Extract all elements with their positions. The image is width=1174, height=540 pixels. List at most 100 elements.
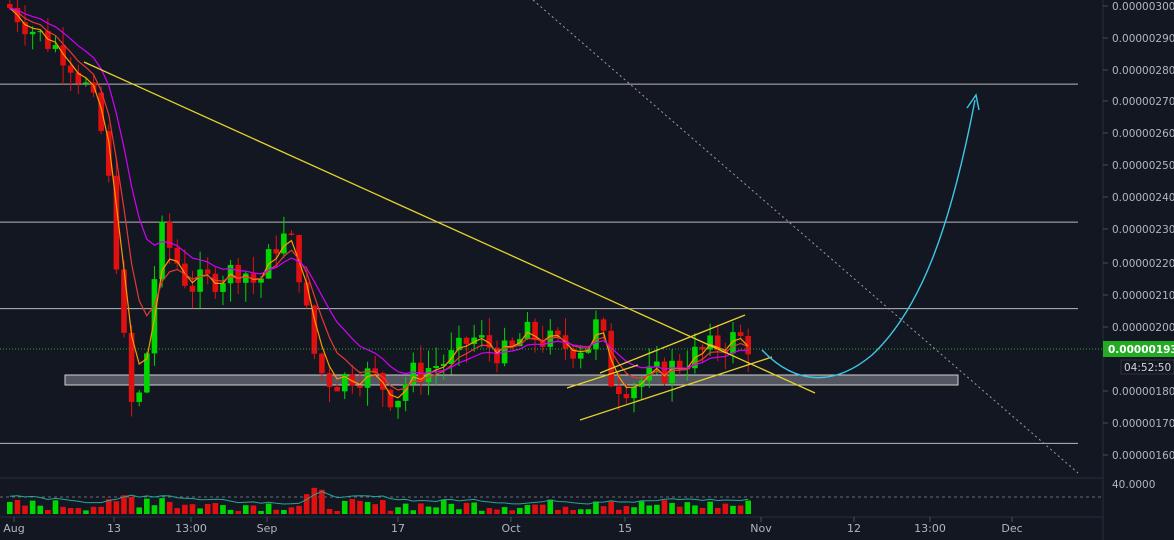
candle-body (121, 269, 127, 333)
volume-bar (714, 507, 721, 514)
volume-bar (144, 498, 150, 514)
volume-bar (547, 499, 554, 514)
volume-bar (692, 505, 698, 514)
volume-bar (349, 499, 356, 514)
volume-bar (745, 500, 751, 514)
candle-body (319, 353, 325, 374)
time-tick-label: 13:00 (914, 522, 946, 535)
volume-bar (250, 505, 257, 514)
candle-body (83, 82, 89, 84)
volume-bar (402, 503, 409, 514)
volume-bar (174, 508, 181, 514)
candle-body (204, 269, 211, 274)
volume-bar (14, 499, 21, 514)
candle-body (29, 31, 36, 35)
countdown-text: 04:52:50 (1124, 362, 1171, 374)
candle-body (189, 285, 196, 292)
candle-body (631, 386, 637, 399)
volume-bar (242, 505, 249, 514)
volume-bar (60, 506, 66, 514)
candle-body (357, 385, 363, 388)
volume-bar (380, 500, 386, 514)
candle-body (448, 350, 455, 365)
candle-body (273, 249, 280, 254)
candle-body (326, 373, 333, 388)
time-tick-label: 13 (107, 522, 121, 535)
volume-bar (623, 506, 630, 514)
volume-bar (433, 507, 439, 514)
candle-body (433, 366, 439, 369)
volume-bar (448, 503, 455, 514)
volume-bar (478, 510, 485, 514)
volume-bar (29, 500, 36, 514)
volume-bar (737, 505, 744, 514)
chart-area: 0.00000300 0.00000290 0.00000280 0.00000270… (0, 0, 1174, 540)
candle-body (311, 305, 318, 354)
volume-bar (98, 506, 104, 514)
volume-bar (273, 509, 280, 514)
price-tick-label: 0.00000170 (1112, 418, 1174, 430)
volume-bar (220, 505, 226, 514)
candle-body (395, 400, 401, 408)
volume-bar (425, 506, 432, 514)
price-tick-label: 0.00000280 (1112, 65, 1174, 77)
volume-bar (570, 510, 576, 514)
candle-body (197, 269, 203, 292)
candle-body (737, 332, 744, 336)
volume-bar (45, 509, 51, 514)
volume-bar (182, 504, 188, 514)
volume-bar (463, 502, 470, 514)
volume-bar (128, 496, 135, 514)
volume-bar (189, 504, 196, 514)
time-tick-label: 17 (391, 522, 405, 535)
volume-bar (235, 510, 241, 514)
volume-bar (387, 510, 394, 514)
volume-bar (159, 498, 165, 514)
volume-bar (539, 504, 546, 514)
volume-bar (456, 509, 462, 514)
volume-bar (562, 506, 569, 514)
candle-body (524, 321, 531, 340)
volume-bar (699, 507, 706, 514)
volume-bar (227, 509, 234, 514)
candle-body (661, 361, 668, 384)
price-ticks: 0.00000300 0.00000290 0.00000280 0.00000270… (1103, 1, 1174, 462)
volume-bar (121, 495, 127, 514)
candle-body (577, 352, 584, 359)
candle-body (242, 273, 249, 283)
price-tick-label: 0.00000270 (1112, 96, 1174, 108)
volume-bar (501, 507, 508, 514)
volume-bar (646, 505, 653, 514)
volume-bar (410, 510, 417, 514)
candle-body (615, 386, 622, 395)
time-tick-label: Dec (1001, 522, 1022, 535)
volume-bar (593, 501, 599, 514)
volume-bar (151, 505, 158, 514)
volume-bar (631, 507, 637, 514)
volume-bar (524, 505, 531, 514)
volume-bar (265, 503, 272, 514)
candle-body (235, 264, 241, 283)
price-tick-label: 0.00000200 (1112, 322, 1174, 334)
volume-bar (509, 510, 516, 514)
time-tick-label: 12 (847, 522, 861, 535)
volume-axis-tick: 40.0000 (1112, 479, 1155, 491)
volume-bar (577, 509, 584, 514)
volume-bar (600, 506, 607, 514)
volume-bar (326, 508, 333, 514)
volume-bar (22, 505, 28, 514)
volume-bar (303, 494, 310, 514)
volume-bar (113, 501, 120, 514)
volume-bar (638, 501, 645, 514)
candle-body (654, 361, 660, 367)
volume-bar (288, 507, 295, 514)
candle-body (463, 337, 470, 345)
price-tick-label: 0.00000260 (1112, 128, 1174, 140)
volume-bar (661, 500, 668, 514)
candle-body (136, 392, 143, 402)
volume-bar (608, 501, 614, 514)
volume-bar (585, 509, 592, 514)
volume-bar (281, 509, 287, 514)
price-tick-label: 0.00000160 (1112, 450, 1174, 462)
volume-bar (418, 503, 424, 514)
